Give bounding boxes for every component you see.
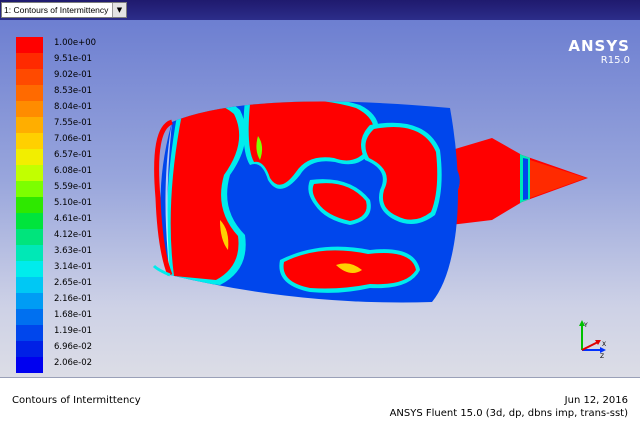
contour-title: Contours of Intermittency [12,395,141,406]
legend-swatch [16,229,43,245]
legend-label: 2.65e-01 [54,278,93,288]
xyz-axes-triad-icon: Y X Z [579,320,606,360]
legend-label: 8.53e-01 [54,86,93,96]
legend-swatch [16,213,43,229]
legend-swatch [16,245,43,261]
legend-label: 1.68e-01 [54,310,93,320]
legend-swatch [16,325,43,341]
logo-name: ANSYS [568,37,630,55]
legend-label: 7.06e-01 [54,134,93,144]
legend-label: 9.51e-01 [54,54,93,64]
legend-swatch [16,165,43,181]
svg-text:Y: Y [583,322,588,329]
legend-swatch [16,37,43,53]
legend-swatch [16,277,43,293]
legend-swatch [16,133,43,149]
legend-label: 6.57e-01 [54,150,93,160]
legend-label: 6.96e-02 [54,342,93,352]
legend-swatch [16,53,43,69]
legend-swatch [16,149,43,165]
legend-swatch [16,181,43,197]
solver-info: ANSYS Fluent 15.0 (3d, dp, dbns imp, tra… [389,408,628,419]
graphics-window-toolbar: 1: Contours of Intermittency ▼ [0,0,640,20]
legend-label: 5.10e-01 [54,198,93,208]
display-selector-label: 1: Contours of Intermittency [4,5,109,15]
legend-swatch [16,197,43,213]
legend-label: 5.59e-01 [54,182,93,192]
svg-text:Z: Z [600,353,604,360]
legend-label: 9.02e-01 [54,70,93,80]
legend-label: 4.61e-01 [54,214,93,224]
legend-swatch [16,341,43,357]
legend-label: 8.04e-01 [54,102,93,112]
logo-version: R15.0 [600,55,630,66]
legend-swatch [16,101,43,117]
legend-label: 1.00e+00 [54,38,97,48]
legend-swatch [16,261,43,277]
legend-label: 4.12e-01 [54,230,93,240]
ansys-logo: ANSYS R15.0 [568,37,630,66]
render-date: Jun 12, 2016 [564,395,628,406]
legend-label: 1.19e-01 [54,326,93,336]
graphics-viewport[interactable]: 1.00e+00 9.51e-01 9.02e-01 8.53e-01 8.04e-01… [0,20,640,377]
display-selector-dropdown[interactable]: 1: Contours of Intermittency ▼ [1,2,127,18]
legend-swatch [16,69,43,85]
legend-label: 3.14e-01 [54,262,93,272]
legend-label: 7.55e-01 [54,118,93,128]
legend-label: 3.63e-01 [54,246,93,256]
legend-label: 6.08e-01 [54,166,93,176]
graphics-footer: Contours of Intermittency Jun 12, 2016 A… [0,377,640,425]
legend-swatch [16,357,43,373]
legend-label: 2.16e-01 [54,294,93,304]
legend-swatch [16,117,43,133]
legend-swatch [16,309,43,325]
legend-label: 2.06e-02 [54,358,93,368]
legend-swatch [16,293,43,309]
legend-swatch [16,85,43,101]
nacelle-contour-model [152,101,588,303]
chevron-down-icon[interactable]: ▼ [112,3,126,17]
svg-text:X: X [602,341,606,348]
